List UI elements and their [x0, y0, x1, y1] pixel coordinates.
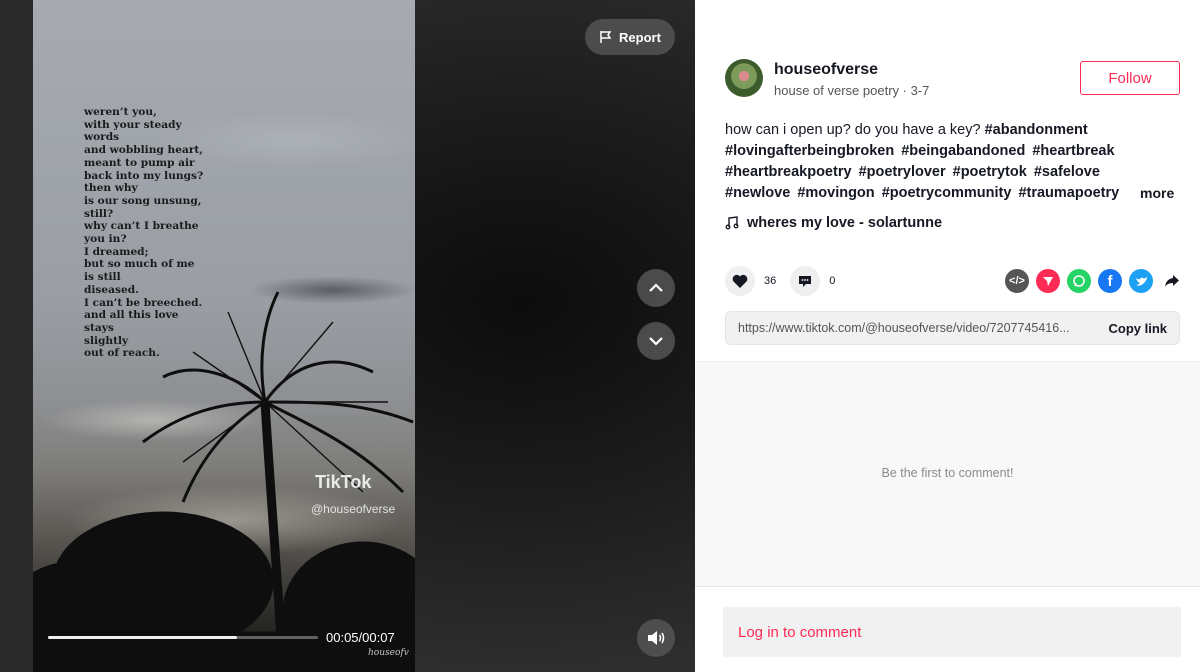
speaker-icon	[648, 631, 665, 645]
send-to-friends-icon[interactable]	[1036, 269, 1060, 293]
copy-link-button[interactable]: Copy link	[1108, 321, 1167, 336]
volume-button[interactable]	[637, 619, 675, 657]
embed-icon[interactable]: </>	[1005, 269, 1029, 293]
login-to-comment-button[interactable]: Log in to comment	[723, 607, 1181, 657]
comment-footer: Log in to comment	[695, 586, 1200, 672]
hashtag-link[interactable]: #poetrycommunity	[882, 185, 1012, 201]
hashtag-link[interactable]: #heartbreakpoetry	[725, 164, 852, 180]
twitter-icon[interactable]	[1129, 269, 1153, 293]
creator-watermark: houseofv	[368, 648, 409, 658]
hashtag-link[interactable]: #lovingafterbeingbroken	[725, 143, 894, 159]
more-button[interactable]: more	[1140, 185, 1174, 201]
video-time: 00:05/00:07	[326, 630, 395, 645]
hashtag-link[interactable]: #safelove	[1034, 164, 1100, 180]
hashtag-link[interactable]: #traumapoetry	[1018, 185, 1119, 201]
facebook-icon[interactable]: f	[1098, 269, 1122, 293]
video-description: how can i open up? do you have a key? #a…	[725, 120, 1165, 204]
share-link-box: https://www.tiktok.com/@houseofverse/vid…	[725, 311, 1180, 345]
like-count: 36	[764, 275, 777, 287]
comment-icon	[799, 275, 812, 287]
hashtag-link[interactable]: #poetrytok	[953, 164, 1027, 180]
music-link[interactable]: wheres my love - solartunne	[725, 215, 942, 231]
share-arrow-icon[interactable]	[1160, 269, 1184, 293]
next-video-button[interactable]	[637, 322, 675, 360]
music-note-icon	[725, 216, 739, 230]
hashtag-link[interactable]: #movingon	[797, 185, 874, 201]
description-text: how can i open up? do you have a key?	[725, 122, 981, 138]
empty-comments-message: Be the first to comment!	[881, 466, 1014, 480]
details-panel: houseofverse house of verse poetry · 3-7…	[695, 0, 1200, 672]
video-url[interactable]: https://www.tiktok.com/@houseofverse/vid…	[738, 321, 1088, 335]
report-label: Report	[619, 29, 661, 45]
chevron-up-icon	[649, 283, 663, 292]
tiktok-watermark-handle: @houseofverse	[311, 502, 396, 516]
author-username[interactable]: houseofverse	[774, 61, 878, 79]
chevron-down-icon	[649, 337, 663, 346]
avatar[interactable]	[725, 59, 763, 97]
author-subline: house of verse poetry · 3-7	[774, 83, 930, 98]
heart-icon	[732, 274, 748, 288]
video-progress-bar[interactable]	[48, 636, 318, 639]
hashtag-link[interactable]: #abandonment	[985, 122, 1088, 138]
music-title: wheres my love - solartunne	[747, 215, 943, 231]
flag-icon	[600, 31, 612, 43]
follow-button[interactable]: Follow	[1080, 61, 1180, 95]
comment-button[interactable]	[790, 266, 821, 296]
engagement-bar: 36 0	[725, 266, 849, 296]
hashtag-link[interactable]: #beingabandoned	[901, 143, 1025, 159]
hashtag-link[interactable]: #heartbreak	[1032, 143, 1114, 159]
comment-count: 0	[829, 275, 836, 287]
previous-video-button[interactable]	[637, 269, 675, 307]
tiktok-watermark-logo: TikTok	[315, 472, 372, 492]
video-progress-fill	[48, 636, 237, 639]
like-button[interactable]	[725, 266, 755, 296]
video-stage: weren’t you, with your steady words and …	[0, 0, 695, 672]
video-player[interactable]: weren’t you, with your steady words and …	[33, 0, 415, 672]
whatsapp-icon[interactable]	[1067, 269, 1091, 293]
comments-section: Be the first to comment!	[695, 361, 1200, 586]
share-options: </> f	[1005, 269, 1184, 293]
hashtag-link[interactable]: #newlove	[725, 185, 790, 201]
report-button[interactable]: Report	[585, 19, 675, 55]
hashtag-link[interactable]: #poetrylover	[859, 164, 946, 180]
